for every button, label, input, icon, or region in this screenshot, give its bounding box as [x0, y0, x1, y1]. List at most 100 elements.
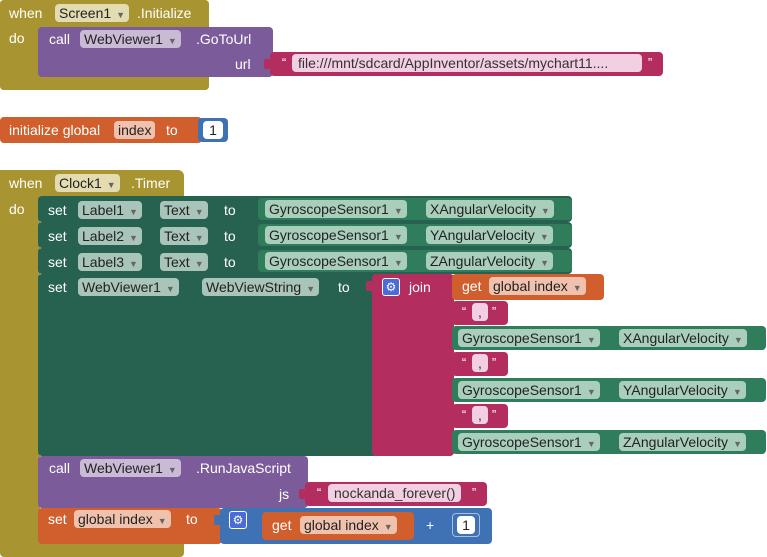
url-text-value[interactable]: file:///mnt/sdcard/AppInventor/assets/my…	[292, 54, 642, 72]
sensor-y-getter-2-prop[interactable]: YAngularVelocity ▼	[619, 381, 746, 399]
event1-component-dropdown[interactable]: Screen1 ▼	[55, 4, 130, 22]
gotourl-component-label: WebViewer1	[84, 31, 163, 47]
gotourl-call-label: call	[49, 31, 71, 47]
dropdown-arrow-icon: ▼	[194, 207, 204, 217]
sensor-y-getter-2-component[interactable]: GyroscopeSensor1 ▼	[458, 381, 600, 399]
join-block[interactable]	[372, 274, 454, 456]
set-label1-to: to	[224, 202, 236, 218]
gotourl-method-label: .GoToUrl	[196, 31, 252, 47]
set-webviewstring-prop[interactable]: WebViewString ▼	[202, 278, 320, 296]
separator-text-3-value[interactable]: ,	[472, 406, 488, 424]
gear-mutator-icon[interactable]: ⚙	[382, 278, 400, 296]
sensor-x-getter-2-component[interactable]: GyroscopeSensor1 ▼	[458, 329, 600, 347]
set-label3-component-label: Label3	[82, 254, 125, 270]
join-label: join	[409, 279, 431, 295]
sensor-y-getter-1-prop[interactable]: YAngularVelocity ▼	[426, 226, 553, 244]
set-label1-prop[interactable]: Text ▼	[160, 201, 208, 219]
dropdown-arrow-icon: ▼	[194, 259, 204, 269]
runjs-js-param: js	[279, 486, 290, 502]
sensor-x-getter-1-component[interactable]: GyroscopeSensor1 ▼	[265, 200, 407, 218]
dropdown-arrow-icon: ▼	[733, 335, 743, 345]
event2-do-label: do	[9, 201, 25, 217]
runjs-component-dropdown[interactable]: WebViewer1 ▼	[80, 459, 181, 477]
dropdown-arrow-icon: ▼	[732, 387, 742, 397]
add-number-value[interactable]: 1	[457, 516, 475, 534]
set-label3-prop[interactable]: Text ▼	[160, 253, 208, 271]
get-var-dropdown[interactable]: global index ▼	[489, 277, 586, 295]
sensor-z-getter-1-prop-label: ZAngularVelocity	[430, 253, 536, 269]
set-label2-set: set	[48, 228, 67, 244]
set-webviewstring-component-label: WebViewer1	[82, 279, 161, 295]
dropdown-arrow-icon: ▼	[129, 259, 138, 269]
event1-when-label: when	[9, 5, 43, 21]
event1-bottom	[0, 75, 209, 90]
set-label1-set: set	[48, 202, 67, 218]
event1-component-label: Screen1	[59, 5, 112, 21]
gear-mutator-icon[interactable]: ⚙	[229, 511, 247, 529]
initialize-global-label: initialize global	[9, 122, 101, 138]
sensor-x-getter-2-prop-label: XAngularVelocity	[623, 330, 729, 346]
dropdown-arrow-icon: ▼	[733, 439, 742, 449]
sensor-y-getter-1-component[interactable]: GyroscopeSensor1 ▼	[265, 226, 407, 244]
quote-icon: “	[461, 304, 467, 319]
dropdown-arrow-icon: ▼	[129, 207, 138, 217]
set-label3-prop-label: Text	[164, 254, 190, 270]
event2-event-name: .Timer	[131, 175, 171, 191]
sensor-x-getter-2-component-label: GyroscopeSensor1	[462, 330, 582, 346]
url-text-connector	[264, 59, 270, 69]
set-webviewstring-block[interactable]	[38, 274, 378, 456]
set-label3-component[interactable]: Label3 ▼	[78, 253, 142, 271]
dropdown-arrow-icon: ▼	[393, 206, 403, 216]
set-label2-component[interactable]: Label2 ▼	[78, 227, 142, 245]
set-global-set: set	[48, 511, 67, 527]
event2-left-rail	[0, 170, 40, 550]
sensor-z-getter-2-prop[interactable]: ZAngularVelocity ▼	[619, 433, 746, 451]
set-label1-component[interactable]: Label1 ▼	[78, 201, 142, 219]
set-label2-prop-label: Text	[164, 228, 190, 244]
set-label2-prop[interactable]: Text ▼	[160, 227, 208, 245]
set-label2-component-label: Label2	[82, 228, 125, 244]
js-text-value[interactable]: nockanda_forever()	[328, 484, 462, 502]
global-name-label: index	[118, 122, 152, 138]
sensor-x-getter-2-prop[interactable]: XAngularVelocity ▼	[619, 329, 747, 347]
initialize-global-to: to	[166, 122, 178, 138]
dropdown-arrow-icon: ▼	[393, 232, 403, 242]
dropdown-arrow-icon: ▼	[383, 522, 393, 532]
quote-icon: ”	[471, 485, 477, 500]
sensor-x-getter-1-prop-label: XAngularVelocity	[430, 201, 536, 217]
sensor-y-getter-2-prop-label: YAngularVelocity	[623, 382, 728, 398]
dropdown-arrow-icon: ▼	[106, 180, 116, 190]
set-label1-prop-label: Text	[164, 202, 190, 218]
set-global-var-dropdown[interactable]: global index ▼	[74, 510, 171, 528]
add-get-var-label: global index	[304, 517, 379, 533]
dropdown-arrow-icon: ▼	[167, 465, 177, 475]
quote-icon: “	[461, 355, 467, 370]
separator-text-1-value[interactable]: ,	[472, 303, 488, 321]
sensor-z-getter-2-component-label: GyroscopeSensor1	[462, 434, 582, 450]
global-name-field[interactable]: index	[114, 121, 156, 139]
dropdown-arrow-icon: ▼	[540, 258, 549, 268]
dropdown-arrow-icon: ▼	[306, 284, 316, 294]
separator-text-2-value[interactable]: ,	[472, 354, 488, 372]
event2-component-dropdown[interactable]: Clock1 ▼	[55, 174, 120, 192]
set-webviewstring-component[interactable]: WebViewer1 ▼	[78, 278, 179, 296]
sensor-x-getter-1-prop[interactable]: XAngularVelocity ▼	[426, 200, 554, 218]
dropdown-arrow-icon: ▼	[116, 10, 126, 20]
gotourl-component-dropdown[interactable]: WebViewer1 ▼	[80, 30, 181, 48]
sensor-z-getter-1-prop[interactable]: ZAngularVelocity ▼	[426, 252, 553, 270]
set-webviewstring-prop-label: WebViewString	[206, 279, 302, 295]
event2-component-label: Clock1	[59, 175, 102, 191]
add-get-var-dropdown[interactable]: global index ▼	[300, 516, 397, 534]
sensor-z-getter-1-component[interactable]: GyroscopeSensor1 ▼	[265, 252, 407, 270]
add-get-label: get	[272, 517, 292, 533]
dropdown-arrow-icon: ▼	[157, 516, 167, 526]
quote-icon: ”	[647, 55, 653, 70]
dropdown-arrow-icon: ▼	[167, 36, 177, 46]
quote-icon: ”	[491, 355, 497, 370]
sensor-z-getter-2-component[interactable]: GyroscopeSensor1 ▼	[458, 433, 600, 451]
set-label2-to: to	[224, 228, 236, 244]
number-value[interactable]: 1	[203, 121, 223, 139]
event1-do-label: do	[9, 30, 25, 46]
join-connector	[366, 281, 372, 291]
dropdown-arrow-icon: ▼	[194, 233, 204, 243]
